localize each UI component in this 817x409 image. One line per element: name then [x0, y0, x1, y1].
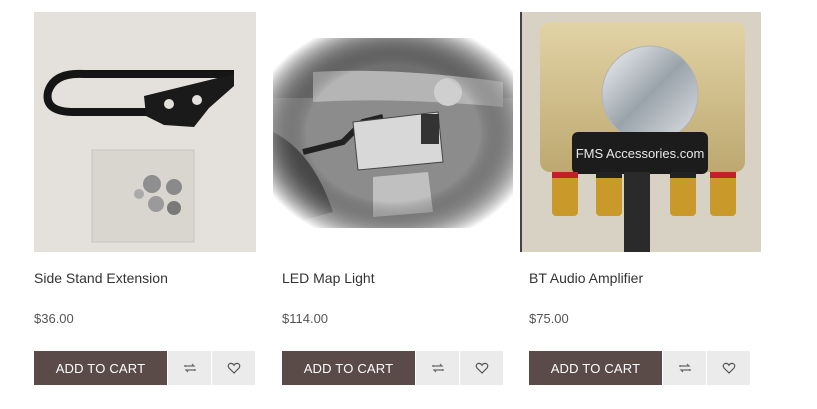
amp-logo-text: FMS Accessories.com	[576, 146, 705, 161]
compare-button[interactable]	[662, 351, 706, 385]
product-image[interactable]: FMS Accessories.com	[520, 12, 761, 252]
product-price: $114.00	[282, 311, 329, 326]
product-title[interactable]: BT Audio Amplifier	[529, 270, 643, 286]
add-to-cart-button[interactable]: ADD TO CART	[529, 351, 662, 385]
heart-icon	[227, 362, 240, 374]
product-price: $75.00	[529, 311, 569, 326]
add-to-cart-button[interactable]: ADD TO CART	[34, 351, 167, 385]
compare-button[interactable]	[415, 351, 459, 385]
product-price: $36.00	[34, 311, 74, 326]
led-map-light-photo	[273, 38, 513, 228]
wishlist-button[interactable]	[211, 351, 255, 385]
compare-icon	[183, 363, 196, 373]
bt-amplifier-photo: FMS Accessories.com	[520, 12, 761, 252]
side-stand-photo	[34, 12, 256, 252]
product-title[interactable]: LED Map Light	[282, 270, 375, 286]
add-to-cart-button[interactable]: ADD TO CART	[282, 351, 415, 385]
compare-button[interactable]	[167, 351, 211, 385]
product-actions: ADD TO CART	[282, 351, 503, 385]
compare-icon	[431, 363, 444, 373]
wishlist-button[interactable]	[459, 351, 503, 385]
heart-icon	[475, 362, 488, 374]
product-title[interactable]: Side Stand Extension	[34, 270, 168, 286]
product-image[interactable]	[273, 12, 513, 252]
product-image[interactable]	[34, 12, 256, 252]
product-actions: ADD TO CART	[34, 351, 255, 385]
heart-icon	[722, 362, 735, 374]
wishlist-button[interactable]	[706, 351, 750, 385]
product-actions: ADD TO CART	[529, 351, 750, 385]
compare-icon	[678, 363, 691, 373]
